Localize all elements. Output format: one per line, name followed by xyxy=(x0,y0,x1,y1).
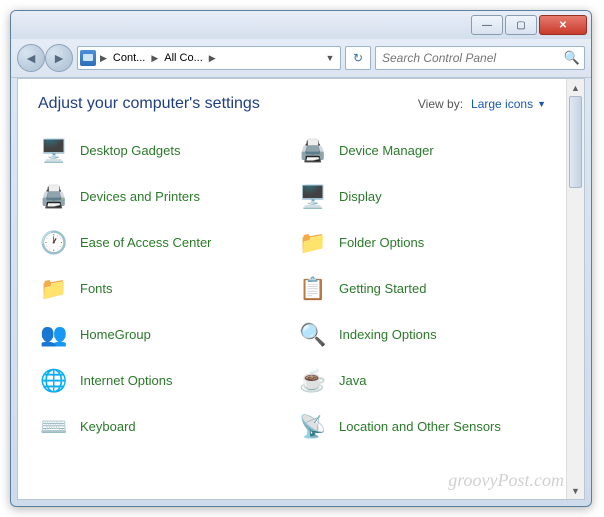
search-input[interactable] xyxy=(380,50,564,66)
control-panel-item[interactable]: 🕐 Ease of Access Center xyxy=(38,223,287,263)
breadcrumb-item[interactable]: Cont... xyxy=(109,52,149,64)
navbar: ◄ ► ▶ Cont... ▶ All Co... ▶ ▼ ↻ 🔍 xyxy=(11,39,591,78)
minimize-button[interactable]: — xyxy=(471,15,503,35)
chevron-down-icon: ▼ xyxy=(537,99,546,109)
control-panel-item[interactable]: 🖨️ Devices and Printers xyxy=(38,177,287,217)
item-icon: 📁 xyxy=(297,227,329,259)
item-label: Keyboard xyxy=(80,419,136,435)
scroll-up-button[interactable]: ▲ xyxy=(567,79,584,96)
address-bar[interactable]: ▶ Cont... ▶ All Co... ▶ ▼ xyxy=(77,46,341,70)
maximize-button[interactable]: ▢ xyxy=(505,15,537,35)
window-frame: — ▢ ✕ ◄ ► ▶ Cont... ▶ All Co... ▶ ▼ ↻ 🔍 xyxy=(10,10,592,507)
control-panel-item[interactable]: 🖨️ Device Manager xyxy=(297,131,546,171)
control-panel-item[interactable]: 🖥️ Display xyxy=(297,177,546,217)
scroll-thumb[interactable] xyxy=(569,96,582,188)
forward-button[interactable]: ► xyxy=(45,44,73,72)
breadcrumb-item[interactable]: All Co... xyxy=(160,52,207,64)
item-icon: 🖨️ xyxy=(297,135,329,167)
item-label: Folder Options xyxy=(339,235,424,251)
breadcrumb: ▶ Cont... ▶ All Co... ▶ xyxy=(98,52,320,64)
control-panel-icon xyxy=(80,50,96,66)
item-icon: ⌨️ xyxy=(38,411,70,443)
scroll-down-button[interactable]: ▼ xyxy=(567,482,584,499)
control-panel-item[interactable]: 🖥️ Desktop Gadgets xyxy=(38,131,287,171)
view-by: View by: Large icons ▼ xyxy=(418,97,546,111)
chevron-right-icon: ▶ xyxy=(149,53,160,64)
item-label: Desktop Gadgets xyxy=(80,143,180,159)
control-panel-item[interactable]: 🌐 Internet Options xyxy=(38,361,287,401)
control-panel-item[interactable]: 📁 Folder Options xyxy=(297,223,546,263)
item-icon: ☕ xyxy=(297,365,329,397)
item-icon: 📋 xyxy=(297,273,329,305)
item-icon: 📁 xyxy=(38,273,70,305)
item-label: Internet Options xyxy=(80,373,173,389)
search-icon: 🔍 xyxy=(564,50,580,66)
scrollbar[interactable]: ▲ ▼ xyxy=(566,79,584,499)
control-panel-item[interactable]: 📋 Getting Started xyxy=(297,269,546,309)
control-panel-item[interactable]: 📁 Fonts xyxy=(38,269,287,309)
item-label: Indexing Options xyxy=(339,327,437,343)
items-grid: 🖥️ Desktop Gadgets 🖨️ Device Manager 🖨️ Devic… xyxy=(38,131,546,447)
item-label: Fonts xyxy=(80,281,113,297)
item-icon: 📡 xyxy=(297,411,329,443)
item-label: Location and Other Sensors xyxy=(339,419,501,435)
search-box[interactable]: 🔍 xyxy=(375,46,585,70)
control-panel-item[interactable]: ☕ Java xyxy=(297,361,546,401)
item-icon: 🔍 xyxy=(297,319,329,351)
control-panel-item[interactable]: 🔍 Indexing Options xyxy=(297,315,546,355)
item-icon: 🖨️ xyxy=(38,181,70,213)
address-dropdown[interactable]: ▼ xyxy=(322,53,338,63)
titlebar: — ▢ ✕ xyxy=(11,11,591,39)
view-by-label: View by: xyxy=(418,97,463,111)
item-label: Device Manager xyxy=(339,143,434,159)
back-button[interactable]: ◄ xyxy=(17,44,45,72)
item-icon: 👥 xyxy=(38,319,70,351)
item-icon: 🕐 xyxy=(38,227,70,259)
close-button[interactable]: ✕ xyxy=(539,15,587,35)
item-label: Getting Started xyxy=(339,281,426,297)
refresh-button[interactable]: ↻ xyxy=(345,46,371,70)
page-title: Adjust your computer's settings xyxy=(38,95,418,113)
view-by-dropdown[interactable]: Large icons ▼ xyxy=(471,97,546,111)
chevron-right-icon: ▶ xyxy=(207,53,218,64)
control-panel-item[interactable]: ⌨️ Keyboard xyxy=(38,407,287,447)
item-label: HomeGroup xyxy=(80,327,151,343)
control-panel-item[interactable]: 📡 Location and Other Sensors xyxy=(297,407,546,447)
content-area: Adjust your computer's settings View by:… xyxy=(17,78,585,500)
item-label: Devices and Printers xyxy=(80,189,200,205)
item-icon: 🖥️ xyxy=(297,181,329,213)
item-label: Display xyxy=(339,189,382,205)
item-icon: 🌐 xyxy=(38,365,70,397)
item-label: Java xyxy=(339,373,366,389)
item-label: Ease of Access Center xyxy=(80,235,212,251)
control-panel-item[interactable]: 👥 HomeGroup xyxy=(38,315,287,355)
item-icon: 🖥️ xyxy=(38,135,70,167)
chevron-right-icon: ▶ xyxy=(98,53,109,64)
